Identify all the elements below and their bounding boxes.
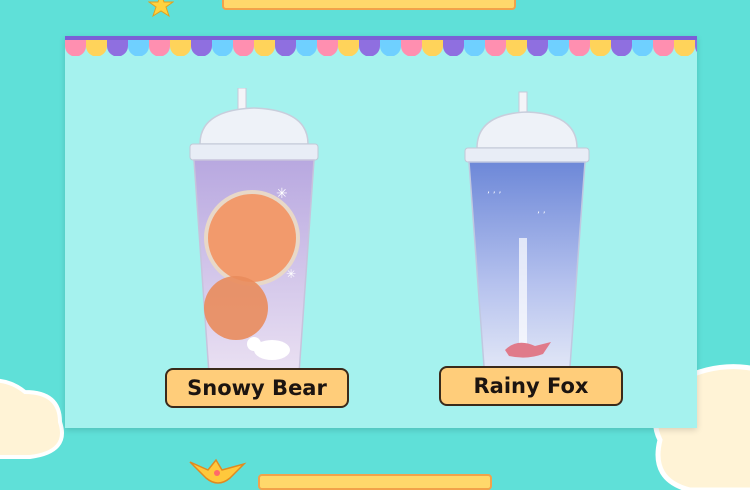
bottom-banner-bar <box>258 474 492 490</box>
svg-text:ʼ ʼ: ʼ ʼ <box>537 211 546 221</box>
scallop <box>590 40 611 56</box>
cloud-decoration-left <box>0 378 64 459</box>
scallop-border <box>65 36 697 56</box>
scallop <box>338 40 359 56</box>
scallop <box>65 40 86 56</box>
star-icon <box>148 0 174 18</box>
scallop <box>569 40 590 56</box>
top-banner-bar <box>222 0 516 10</box>
product-panel: ✳ ✳ ʼ ʼ ʼ ʼ ʼ Snowy Bear Rainy Fox <box>65 36 697 428</box>
snowy-bear-label-button[interactable]: Snowy Bear <box>165 368 349 408</box>
scallop <box>359 40 380 56</box>
scallop <box>191 40 212 56</box>
scallop <box>443 40 464 56</box>
scallop <box>149 40 170 56</box>
polar-bear-cup-icon[interactable]: ✳ ✳ <box>184 88 324 398</box>
scallop <box>401 40 422 56</box>
rainy-fox-label-button[interactable]: Rainy Fox <box>439 366 623 406</box>
fox-cup-icon[interactable]: ʼ ʼ ʼ ʼ ʼ <box>457 88 597 398</box>
scallop <box>380 40 401 56</box>
scallop <box>86 40 107 56</box>
scallop <box>128 40 149 56</box>
bird-mascot-icon <box>189 458 247 484</box>
scallop <box>485 40 506 56</box>
svg-text:✳: ✳ <box>276 186 288 202</box>
scallop <box>170 40 191 56</box>
scallop <box>695 40 697 53</box>
scallop <box>275 40 296 56</box>
scallop <box>296 40 317 56</box>
scallop <box>422 40 443 56</box>
svg-text:✳: ✳ <box>286 267 296 281</box>
scallop <box>464 40 485 56</box>
scallop <box>107 40 128 56</box>
scallop <box>611 40 632 56</box>
scallop <box>674 40 695 56</box>
scallop <box>653 40 674 56</box>
scallop <box>506 40 527 56</box>
scallop <box>527 40 548 56</box>
scallop <box>212 40 233 56</box>
scallop <box>548 40 569 56</box>
scallop <box>233 40 254 56</box>
scallop <box>632 40 653 56</box>
svg-text:ʼ ʼ ʼ: ʼ ʼ ʼ <box>487 191 501 201</box>
scallop <box>254 40 275 56</box>
scallop <box>317 40 338 56</box>
